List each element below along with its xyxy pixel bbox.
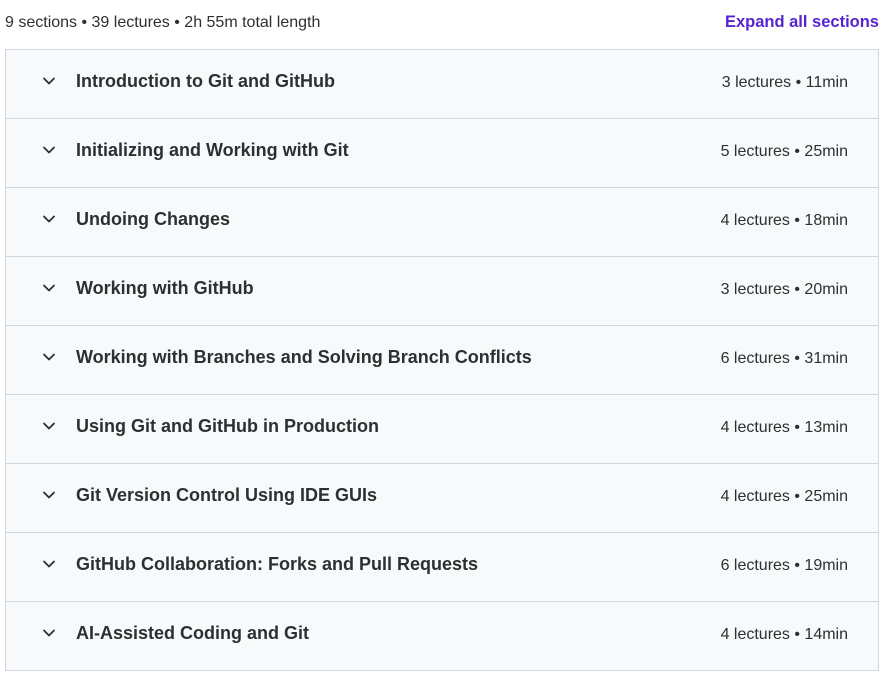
section-lecture-count-duration: 3 lectures • 11min	[721, 74, 848, 91]
chevron-down-icon	[42, 488, 56, 502]
curriculum-summary: 9 sections • 39 lectures • 2h 55m total …	[5, 14, 321, 31]
chevron-down-icon	[42, 350, 56, 364]
section-title: AI-Assisted Coding and Git	[76, 623, 310, 643]
curriculum-section-list: Introduction to Git and GitHub 3 lecture…	[5, 49, 879, 671]
chevron-down-icon	[42, 557, 56, 571]
expand-all-sections-button[interactable]: Expand all sections	[725, 13, 879, 32]
section-row-undoing-changes[interactable]: Undoing Changes 4 lectures • 18min	[6, 188, 878, 257]
section-lecture-count-duration: 4 lectures • 25min	[720, 488, 848, 505]
section-lecture-count-duration: 4 lectures • 14min	[720, 626, 848, 643]
section-title: Working with Branches and Solving Branch…	[76, 347, 532, 367]
section-lecture-count-duration: 6 lectures • 31min	[720, 350, 848, 367]
section-row-github-collaboration[interactable]: GitHub Collaboration: Forks and Pull Req…	[6, 533, 878, 602]
section-title: Introduction to Git and GitHub	[76, 71, 335, 91]
section-lecture-count-duration: 3 lectures • 20min	[720, 281, 848, 298]
section-title: Initializing and Working with Git	[76, 140, 349, 160]
section-row-initializing-and-working-with-git[interactable]: Initializing and Working with Git 5 lect…	[6, 119, 878, 188]
chevron-down-icon	[42, 626, 56, 640]
section-row-introduction-to-git-and-github[interactable]: Introduction to Git and GitHub 3 lecture…	[6, 50, 878, 119]
section-lecture-count-duration: 4 lectures • 13min	[720, 419, 848, 436]
section-lecture-count-duration: 5 lectures • 25min	[720, 143, 848, 160]
chevron-down-icon	[42, 281, 56, 295]
section-title: Undoing Changes	[76, 209, 230, 229]
section-title: GitHub Collaboration: Forks and Pull Req…	[76, 554, 479, 574]
section-lecture-count-duration: 6 lectures • 19min	[720, 557, 848, 574]
section-title: Git Version Control Using IDE GUIs	[76, 485, 378, 505]
section-lecture-count-duration: 4 lectures • 18min	[720, 212, 848, 229]
chevron-down-icon	[42, 419, 56, 433]
chevron-down-icon	[42, 143, 56, 157]
section-title: Using Git and GitHub in Production	[76, 416, 379, 436]
section-row-git-version-control-using-ide-guis[interactable]: Git Version Control Using IDE GUIs 4 lec…	[6, 464, 878, 533]
section-title: Working with GitHub	[76, 278, 254, 298]
curriculum-summary-bar: 9 sections • 39 lectures • 2h 55m total …	[0, 0, 885, 48]
section-row-working-with-branches[interactable]: Working with Branches and Solving Branch…	[6, 326, 878, 395]
section-row-using-git-and-github-in-production[interactable]: Using Git and GitHub in Production 4 lec…	[6, 395, 878, 464]
chevron-down-icon	[42, 212, 56, 226]
chevron-down-icon	[42, 74, 56, 88]
section-row-working-with-github[interactable]: Working with GitHub 3 lectures • 20min	[6, 257, 878, 326]
section-row-ai-assisted-coding-and-git[interactable]: AI-Assisted Coding and Git 4 lectures • …	[6, 602, 878, 671]
